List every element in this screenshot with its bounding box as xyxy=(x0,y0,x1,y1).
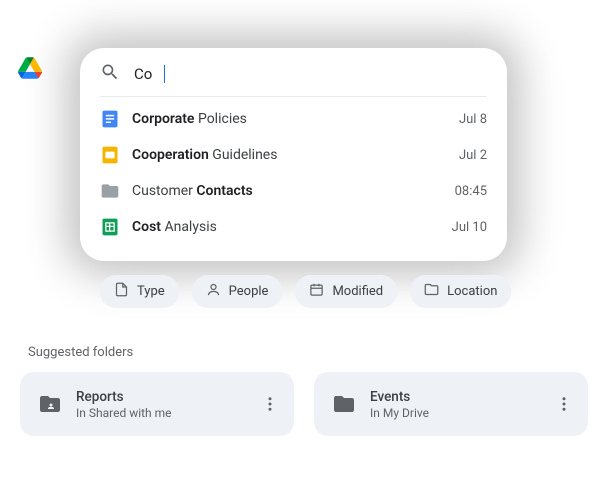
text-cursor xyxy=(164,65,165,83)
folder-card-reports[interactable]: Reports In Shared with me xyxy=(20,372,294,436)
chip-label: Type xyxy=(137,284,165,299)
result-row[interactable]: Cost Analysis Jul 10 xyxy=(80,209,507,245)
search-bar[interactable]: Co xyxy=(80,48,507,96)
search-results: Corporate Policies Jul 8 Cooperation Gui… xyxy=(80,97,507,261)
chip-type[interactable]: Type xyxy=(100,275,179,308)
shared-folder-icon xyxy=(38,392,62,416)
result-date: 08:45 xyxy=(455,184,487,199)
folders-row: Reports In Shared with me Events In My D… xyxy=(20,372,588,436)
result-row[interactable]: Customer Contacts 08:45 xyxy=(80,173,507,209)
sheets-icon xyxy=(100,217,120,237)
section-title: Suggested folders xyxy=(28,345,133,360)
result-date: Jul 10 xyxy=(452,220,487,235)
person-icon xyxy=(206,282,221,301)
chip-label: Location xyxy=(447,284,497,299)
result-title: Customer Contacts xyxy=(132,183,443,199)
chip-label: Modified xyxy=(332,284,383,299)
result-row[interactable]: Corporate Policies Jul 8 xyxy=(80,101,507,137)
folder-name: Events xyxy=(370,389,548,405)
folder-location: In My Drive xyxy=(370,406,548,420)
chip-modified[interactable]: Modified xyxy=(295,275,397,308)
result-title: Cost Analysis xyxy=(132,219,440,235)
result-date: Jul 2 xyxy=(459,148,487,163)
more-options-button[interactable] xyxy=(254,388,286,420)
filter-chips-row: Type People Modified Location xyxy=(100,275,511,308)
folder-name: Reports xyxy=(76,389,254,405)
folder-icon xyxy=(100,181,120,201)
folder-text: Reports In Shared with me xyxy=(76,389,254,420)
docs-icon xyxy=(100,109,120,129)
more-options-button[interactable] xyxy=(548,388,580,420)
chip-location[interactable]: Location xyxy=(410,275,511,308)
search-icon xyxy=(100,62,120,86)
folder-icon xyxy=(332,392,356,416)
slides-icon xyxy=(100,145,120,165)
drive-logo xyxy=(18,57,42,81)
search-query-text: Co xyxy=(134,65,152,83)
folder-text: Events In My Drive xyxy=(370,389,548,420)
result-title: Cooperation Guidelines xyxy=(132,147,447,163)
folder-location: In Shared with me xyxy=(76,406,254,420)
calendar-icon xyxy=(309,282,324,301)
chip-label: People xyxy=(229,284,269,299)
folder-card-events[interactable]: Events In My Drive xyxy=(314,372,588,436)
result-date: Jul 8 xyxy=(459,112,487,127)
file-outline-icon xyxy=(114,282,129,301)
folder-outline-icon xyxy=(424,282,439,301)
result-title: Corporate Policies xyxy=(132,111,447,127)
result-row[interactable]: Cooperation Guidelines Jul 2 xyxy=(80,137,507,173)
chip-people[interactable]: People xyxy=(192,275,283,308)
search-panel: Co Corporate Policies Jul 8 Cooperation … xyxy=(80,48,507,261)
